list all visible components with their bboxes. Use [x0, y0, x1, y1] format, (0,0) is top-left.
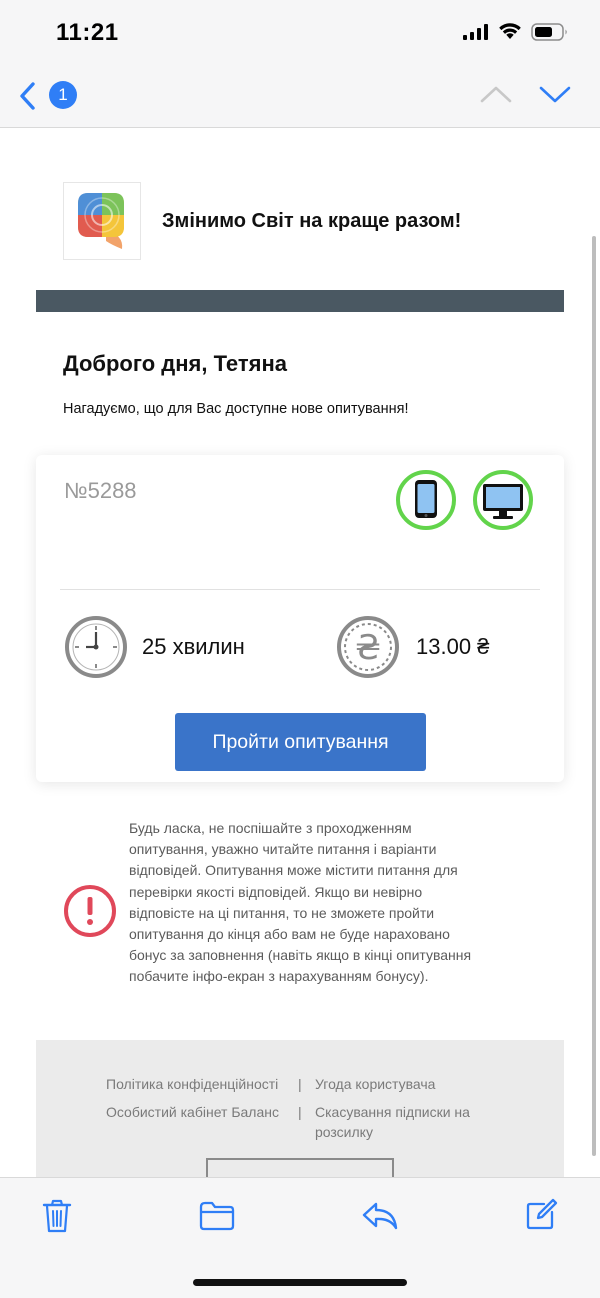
mobile-phone-icon [396, 470, 456, 530]
folder-icon[interactable] [198, 1198, 236, 1237]
svg-text:₴: ₴ [355, 628, 381, 668]
survey-card: №5288 25 хвилин ₴ 13.00 ₴ Пройти опитува… [36, 455, 564, 782]
survey-number: №5288 [64, 478, 137, 503]
survey-duration: 25 хвилин [142, 634, 245, 659]
unsubscribe-link[interactable]: Скасування підписки на розсилку [315, 1102, 515, 1142]
trash-icon[interactable] [42, 1198, 72, 1239]
footer-separator: | [298, 1104, 302, 1120]
footer-separator: | [298, 1076, 302, 1092]
email-headline: Змінимо Світ на краще разом! [162, 210, 462, 232]
battery-icon [531, 23, 569, 46]
mail-toolbar [0, 1177, 600, 1298]
reply-arrow-icon[interactable] [360, 1198, 400, 1237]
cellular-signal-icon [463, 24, 489, 45]
hryvnia-coin-icon: ₴ [336, 615, 400, 684]
compose-icon[interactable] [524, 1198, 558, 1237]
unread-count-badge[interactable]: 1 [49, 81, 77, 109]
take-survey-button[interactable]: Пройти опитування [175, 713, 426, 771]
personal-account-link[interactable]: Особистий кабінет Баланс [106, 1102, 279, 1122]
user-agreement-link[interactable]: Угода користувача [315, 1074, 435, 1094]
previous-message-chevron-icon[interactable] [479, 82, 513, 111]
back-chevron-icon[interactable] [14, 78, 44, 114]
email-footer: Політика конфіденційності | Угода корист… [36, 1040, 564, 1202]
mail-nav-bar: 1 [0, 64, 600, 128]
warning-exclamation-icon [63, 884, 117, 943]
mail-screen: 11:21 1 Змінимо Світ на краще разом! Доб… [0, 0, 600, 1298]
greeting-title: Доброго дня, Тетяна [63, 351, 288, 376]
next-message-chevron-icon[interactable] [538, 82, 572, 111]
clock-icon [64, 615, 128, 684]
brand-logo-icon [78, 193, 124, 249]
header-band [36, 290, 564, 312]
wifi-icon [498, 22, 522, 45]
home-indicator[interactable] [193, 1279, 407, 1286]
card-divider [60, 589, 540, 590]
survey-reward: 13.00 ₴ [416, 634, 490, 659]
survey-warning-text: Будь ласка, не поспішайте з проходженням… [129, 820, 472, 985]
status-bar: 11:21 [0, 0, 600, 64]
intro-text: Нагадуємо, що для Вас доступне нове опит… [63, 401, 409, 417]
brand-logo [63, 182, 141, 260]
desktop-monitor-icon [473, 470, 533, 530]
status-time: 11:21 [56, 19, 119, 46]
privacy-policy-link[interactable]: Політика конфіденційності [106, 1074, 278, 1094]
scroll-indicator[interactable] [592, 236, 596, 1156]
